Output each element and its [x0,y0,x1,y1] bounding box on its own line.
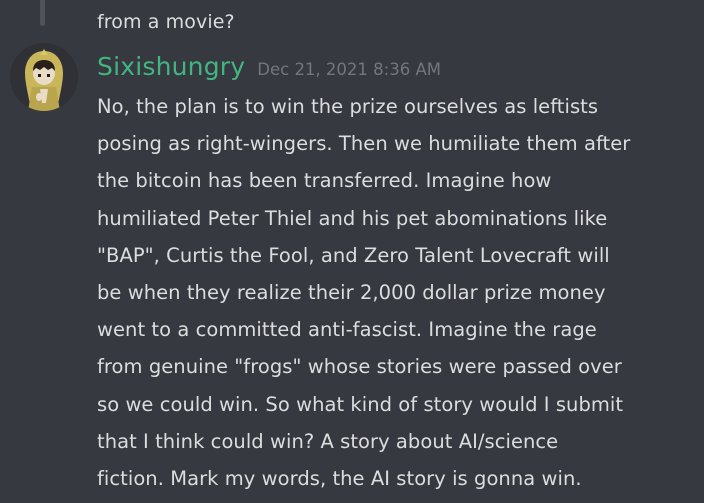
message-header: Sixishungry Dec 21, 2021 8:36 AM [97,50,441,84]
message-line: went to a committed anti-fascist. Imagin… [97,318,597,342]
hooded-figure-avatar-icon [10,43,78,111]
message-line: No, the plan is to win the prize ourselv… [97,95,599,118]
message-line: be when they realize their 2,000 dollar … [97,281,606,305]
message-line: from genuine "frogs" whose stories were … [97,355,622,379]
avatar[interactable] [10,43,78,111]
timestamp[interactable]: Dec 21, 2021 8:36 AM [257,53,441,87]
message-content: No, the plan is to win the prize ourselv… [97,88,697,497]
message-line: "BAP", Curtis the Fool, and Zero Talent … [97,243,610,267]
reply-thread-line [40,0,45,26]
message-line: that I think could win? A story about AI… [97,429,559,453]
previous-message-text: from a movie? [97,11,235,33]
message-line: the bitcoin has been transferred. Imagin… [97,169,552,193]
message-line: so we could win. So what kind of story w… [97,392,624,416]
username[interactable]: Sixishungry [97,50,245,84]
message-line: posing as right-wingers. Then we humilia… [97,132,631,156]
message-line: humiliated Peter Thiel and his pet abomi… [97,206,608,230]
message-line: fiction. Mark my words, the AI story is … [97,467,582,491]
